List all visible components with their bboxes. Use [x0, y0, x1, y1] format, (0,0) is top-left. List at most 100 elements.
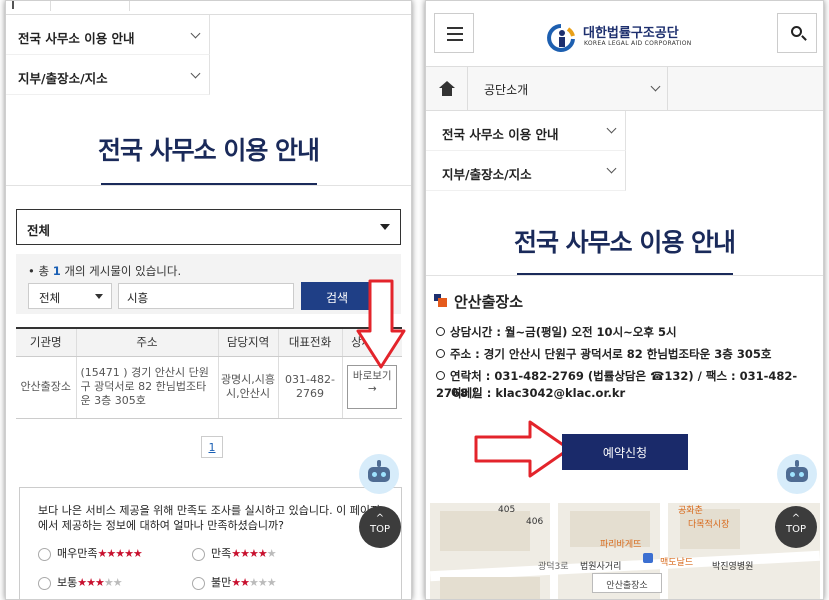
search-scope-value: 전체: [39, 291, 61, 305]
survey-option-very-satisfied[interactable]: 매우만족★★★★★: [38, 545, 143, 561]
logo-subtitle: KOREA LEGAL AID CORPORATION: [584, 40, 692, 47]
circle-bullet-icon: [436, 371, 445, 380]
cell-area: 광명시,시흥시,안산시: [218, 356, 279, 419]
caret-up-icon: ^: [791, 513, 801, 524]
chatbot-icon[interactable]: [777, 454, 817, 494]
klac-logo-icon: [547, 24, 575, 52]
info-text: 주소 : 경기 안산시 단원구 광덕서로 82 한님법조타운 3층 305호: [450, 347, 772, 361]
reservation-button[interactable]: 예약신청: [562, 434, 688, 470]
option-label: 보통: [57, 576, 78, 589]
map-label: 다목적시장: [688, 520, 730, 530]
survey-question: 보다 나은 서비스 제공을 위해 만족도 조사를 실시하고 있습니다. 이 페이…: [38, 504, 381, 533]
search-icon[interactable]: [777, 13, 817, 53]
chevron-down-icon: [606, 123, 617, 134]
office-table: 기관명 주소 담당지역 대표전화 상세안내 안산출장소 (15471 ) 경기 …: [16, 327, 402, 419]
result-count: • 총 1 개의 게시물이 있습니다.: [28, 263, 181, 279]
star-rating-icon: ★★★★★: [77, 576, 122, 589]
left-screenshot-panel: 전국 사무소 이용 안내 지부/출장소/지소 전국 사무소 이용 안내 전체 •…: [5, 0, 412, 600]
logo-text: 대한법률구조공단: [583, 26, 679, 41]
location-map[interactable]: 405 406 공화춘 다목적시장 파리바게뜨 광덕3로 법원사거리 맥도날드 …: [430, 503, 820, 599]
view-detail-label: 바로보기: [352, 370, 392, 382]
arrow-right-icon: →: [367, 382, 377, 395]
map-pin-icon: [643, 553, 653, 563]
submenu-label: 전국 사무소 이용 안내: [442, 127, 559, 142]
map-label: 맥도날드: [660, 558, 694, 568]
caret-down-icon: [95, 294, 103, 299]
count-value: 1: [52, 264, 61, 278]
option-label: 불만: [211, 576, 232, 589]
chatbot-icon[interactable]: [359, 454, 399, 494]
search-input-value: 시흥: [127, 291, 149, 305]
map-label: 박진영병원: [712, 562, 754, 572]
page-title: 전국 사무소 이용 안내: [97, 136, 320, 165]
circle-bullet-icon: [436, 327, 445, 336]
section-bullet-icon: [434, 294, 448, 308]
map-label: 공화춘: [678, 506, 703, 516]
star-rating-icon: ★★★★★: [97, 547, 142, 560]
table-row: 안산출장소 (15471 ) 경기 안산시 단원구 광덕서로 82 한님법조타운…: [16, 356, 402, 419]
search-panel: • 총 1 개의 게시물이 있습니다. 전체 시흥 검색: [16, 254, 401, 314]
chevron-down-icon: [606, 163, 617, 174]
survey-option-satisfied[interactable]: 만족★★★★★: [192, 545, 277, 561]
right-screenshot-panel: 대한법률구조공단 KOREA LEGAL AID CORPORATION 공단소…: [425, 0, 824, 600]
survey-option-neutral[interactable]: 보통★★★★★: [38, 574, 123, 590]
caret-down-icon: [380, 224, 390, 230]
table-header-row: 기관명 주소 담당지역 대표전화 상세안내: [16, 327, 402, 357]
top-strip: [6, 1, 411, 15]
submenu-label: 지부/출장소/지소: [18, 71, 108, 86]
submenu-label: 전국 사무소 이용 안내: [18, 31, 135, 46]
count-suffix: 개의 게시물이 있습니다.: [60, 264, 182, 278]
top-label: TOP: [369, 524, 390, 535]
star-rating-icon: ★★★★★: [231, 576, 276, 589]
search-scope-select[interactable]: 전체: [28, 283, 112, 309]
page-title: 전국 사무소 이용 안내: [513, 228, 736, 257]
info-text: 상담시간 : 월~금(평일) 오전 10시~오후 5시: [450, 325, 677, 339]
map-location-label: 안산출장소: [592, 573, 662, 593]
site-header: 대한법률구조공단 KOREA LEGAL AID CORPORATION: [426, 1, 823, 67]
col-header: 담당지역: [218, 327, 279, 357]
submenu-dropdown-branches[interactable]: 지부/출장소/지소: [426, 151, 626, 191]
search-input[interactable]: 시흥: [118, 283, 294, 309]
submenu-label: 지부/출장소/지소: [442, 167, 532, 182]
map-label: 광덕3로: [538, 562, 569, 572]
scroll-top-button[interactable]: ^ TOP: [775, 506, 817, 548]
radio-button[interactable]: [192, 547, 205, 561]
info-hours: 상담시간 : 월~금(평일) 오전 10시~오후 5시: [436, 324, 677, 341]
map-label: 406: [526, 517, 544, 527]
submenu-dropdown-office-guide[interactable]: 전국 사무소 이용 안내: [426, 111, 626, 151]
menu-icon[interactable]: [434, 13, 474, 53]
info-email: 이메일 : klac3042@klac.or.kr: [451, 385, 625, 402]
view-detail-button[interactable]: 바로보기 →: [347, 365, 398, 409]
caret-up-icon: ^: [375, 513, 385, 524]
submenu-dropdown-branches[interactable]: 지부/출장소/지소: [6, 55, 210, 95]
cell-phone: 031-482-2769: [278, 356, 343, 419]
satisfaction-survey: 보다 나은 서비스 제공을 위해 만족도 조사를 실시하고 있습니다. 이 페이…: [19, 487, 402, 599]
map-label: 파리바게뜨: [600, 540, 642, 550]
chevron-down-icon: [190, 28, 201, 39]
radio-button[interactable]: [38, 576, 51, 590]
count-prefix: • 총: [28, 264, 53, 278]
chevron-down-icon: [190, 68, 201, 79]
col-header: 주소: [76, 327, 219, 357]
breadcrumb-nav: 공단소개: [426, 67, 823, 111]
region-select[interactable]: 전체: [16, 209, 401, 245]
red-down-arrow-annotation: [356, 279, 406, 369]
radio-button[interactable]: [38, 547, 51, 561]
option-label: 매우만족: [57, 547, 98, 560]
col-header: 대표전화: [278, 327, 343, 357]
circle-bullet-icon: [436, 349, 445, 358]
col-header: 기관명: [16, 327, 77, 357]
radio-button[interactable]: [192, 576, 205, 590]
survey-option-dissatisfied[interactable]: 불만★★★★★: [192, 574, 277, 590]
cell-name: 안산출장소: [16, 356, 77, 419]
star-rating-icon: ★★★★★: [231, 547, 276, 560]
map-label: 405: [498, 505, 516, 515]
scroll-top-button[interactable]: ^ TOP: [359, 506, 401, 548]
region-select-value: 전체: [27, 223, 51, 238]
info-address: 주소 : 경기 안산시 단원구 광덕서로 82 한님법조타운 3층 305호: [436, 346, 771, 363]
submenu-dropdown-office-guide[interactable]: 전국 사무소 이용 안내: [6, 15, 210, 55]
home-icon[interactable]: [426, 67, 468, 111]
cell-address: (15471 ) 경기 안산시 단원구 광덕서로 82 한님법조타운 3층 30…: [76, 356, 219, 419]
map-label: 법원사거리: [580, 562, 622, 572]
pagination-page-1[interactable]: 1: [201, 436, 223, 458]
